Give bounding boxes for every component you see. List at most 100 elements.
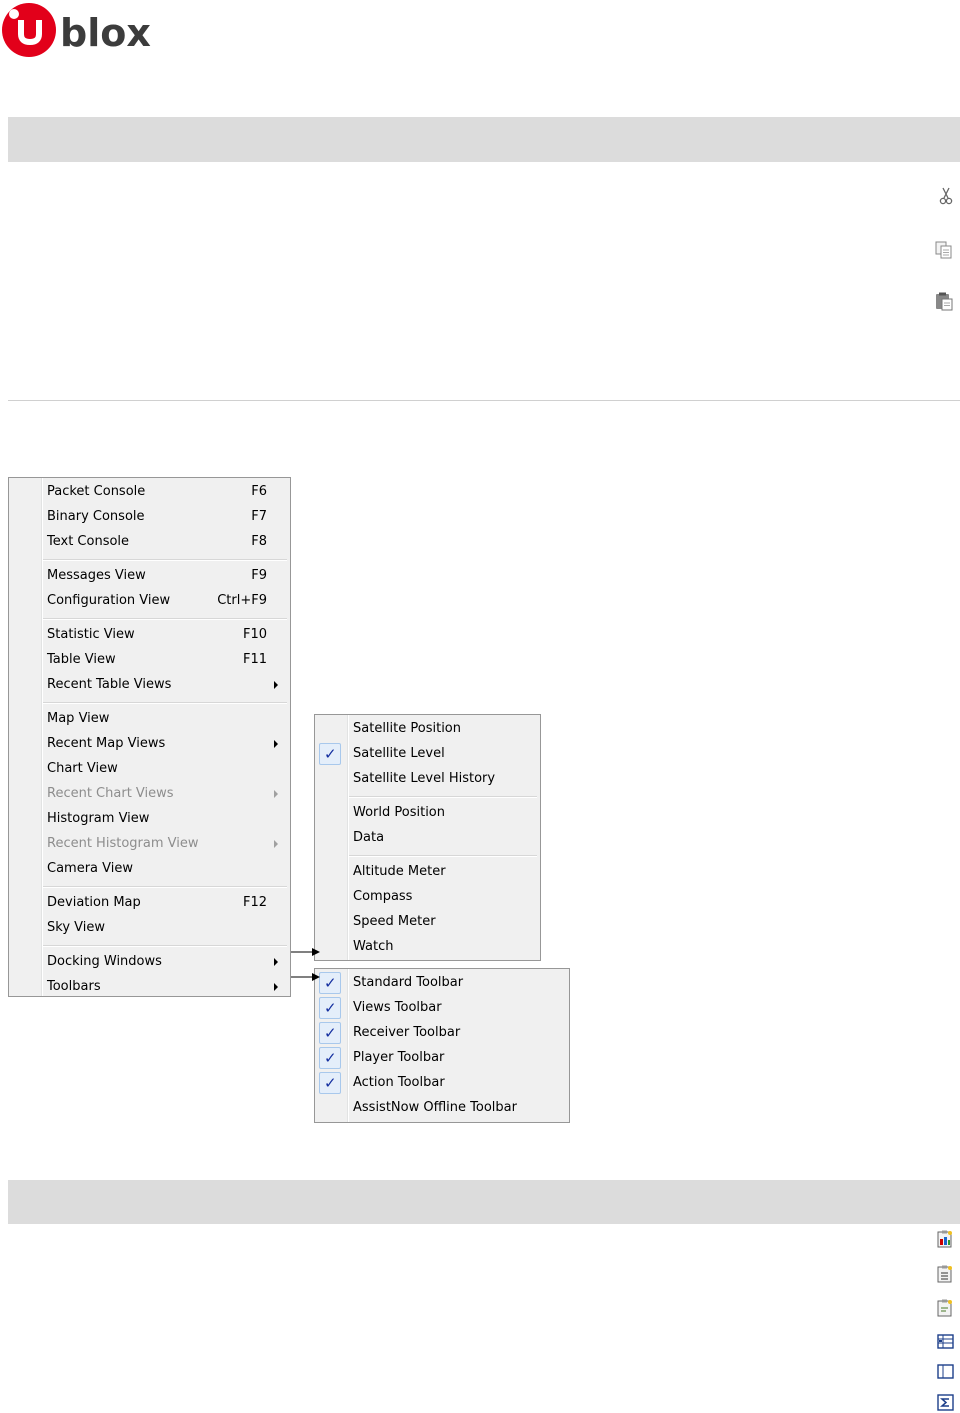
submenu-arrow-icon [274, 958, 278, 966]
checkmark-icon: ✓ [319, 972, 341, 994]
menu-item-shortcut: Ctrl+F9 [217, 593, 267, 608]
menu-item-compass[interactable]: Compass [315, 885, 540, 909]
menu-item-sky-view[interactable]: Sky View [9, 916, 290, 940]
export-config-icon [937, 1265, 952, 1283]
menu-separator [43, 559, 287, 561]
menu-separator [349, 855, 537, 857]
menu-item-label: Watch [353, 939, 394, 954]
menu-item-label: AssistNow Offline Toolbar [353, 1100, 517, 1115]
menu-item-deviation-map[interactable]: Deviation Map F12 [9, 891, 290, 915]
menu-item-label: Table View [47, 652, 116, 667]
menu-item-label: Satellite Level History [353, 771, 496, 786]
menu-item-chart-view[interactable]: Chart View [9, 757, 290, 781]
menu-item-text-console[interactable]: Text Console F8 [9, 530, 290, 554]
checkmark-icon: ✓ [319, 997, 341, 1019]
menu-item-docking-windows[interactable]: Docking Windows [9, 950, 290, 974]
menu-item-statistic-view[interactable]: Statistic View F10 [9, 623, 290, 647]
submenu-arrow-icon [274, 740, 278, 748]
menu-item-label: Altitude Meter [353, 864, 446, 879]
menu-item-label: Camera View [47, 861, 133, 876]
menu-item-label: Statistic View [47, 627, 135, 642]
menu-item-label: Histogram View [47, 811, 150, 826]
menu-item-label: Recent Table Views [47, 677, 172, 692]
menu-item-data[interactable]: Data [315, 826, 540, 850]
menu-item-shortcut: F11 [242, 652, 267, 667]
checkmark-icon: ✓ [319, 1047, 341, 1069]
docking-windows-submenu: Satellite Position ✓ Satellite Level Satell… [314, 714, 541, 961]
menu-item-shortcut: F9 [251, 568, 267, 583]
menu-item-shortcut: F12 [242, 895, 267, 910]
menu-item-recent-chart-views: Recent Chart Views [9, 782, 290, 806]
menu-item-speed-meter[interactable]: Speed Meter [315, 910, 540, 934]
menu-item-label: Recent Chart Views [47, 786, 174, 801]
menu-item-label: Speed Meter [353, 914, 436, 929]
submenu-arrow-icon [274, 790, 278, 798]
menu-item-satellite-position[interactable]: Satellite Position [315, 717, 540, 741]
menu-separator [43, 702, 287, 704]
menu-item-satellite-level-history[interactable]: Satellite Level History [315, 767, 540, 791]
paste-icon [936, 292, 953, 311]
submenu-arrow-icon [274, 840, 278, 848]
section-header-band-2 [8, 1180, 960, 1224]
menu-item-packet-console[interactable]: Packet Console F6 [9, 480, 290, 504]
menu-item-label: Docking Windows [47, 954, 162, 969]
section-header-band [8, 117, 960, 162]
menu-item-toolbars[interactable]: Toolbars [9, 975, 290, 999]
menu-item-label: Configuration View [47, 593, 171, 608]
menu-item-label: Compass [353, 889, 413, 904]
menu-item-label: Chart View [47, 761, 118, 776]
menu-separator [43, 618, 287, 620]
menu-item-world-position[interactable]: World Position [315, 801, 540, 825]
svg-text:blox: blox [60, 11, 151, 55]
menu-item-configuration-view[interactable]: Configuration View Ctrl+F9 [9, 589, 290, 613]
menu-item-label: Action Toolbar [353, 1075, 445, 1090]
menu-item-receiver-toolbar[interactable]: ✓ Receiver Toolbar [315, 1021, 569, 1045]
menu-separator [43, 945, 287, 947]
menu-item-label: Binary Console [47, 509, 145, 524]
menu-item-messages-view[interactable]: Messages View F9 [9, 564, 290, 588]
menu-item-binary-console[interactable]: Binary Console F7 [9, 505, 290, 529]
menu-item-views-toolbar[interactable]: ✓ Views Toolbar [315, 996, 569, 1020]
menu-item-label: Messages View [47, 568, 146, 583]
menu-item-satellite-level[interactable]: ✓ Satellite Level [315, 742, 540, 766]
menu-item-label: Player Toolbar [353, 1050, 445, 1065]
load-config-icon [937, 1230, 952, 1248]
menu-item-label: Text Console [47, 534, 130, 549]
menu-separator [43, 886, 287, 888]
menu-item-camera-view[interactable]: Camera View [9, 857, 290, 881]
menu-item-table-view[interactable]: Table View F11 [9, 648, 290, 672]
menu-item-label: Satellite Level [353, 746, 445, 761]
ublox-logo: blox [2, 3, 151, 57]
menu-item-recent-histogram-view: Recent Histogram View [9, 832, 290, 856]
menu-item-label: Data [353, 830, 385, 845]
menu-item-altitude-meter[interactable]: Altitude Meter [315, 860, 540, 884]
menu-item-label: Deviation Map [47, 895, 141, 910]
menu-item-shortcut: F8 [251, 534, 267, 549]
menu-item-label: Views Toolbar [353, 1000, 442, 1015]
menu-item-action-toolbar[interactable]: ✓ Action Toolbar [315, 1071, 569, 1095]
menu-item-label: Packet Console [47, 484, 146, 499]
submenu-arrow-icon [274, 681, 278, 689]
menu-item-label: Map View [47, 711, 110, 726]
menu-item-label: Recent Map Views [47, 736, 166, 751]
menu-item-player-toolbar[interactable]: ✓ Player Toolbar [315, 1046, 569, 1070]
menu-item-watch[interactable]: Watch [315, 935, 540, 959]
menu-item-assistnow-offline-toolbar[interactable]: AssistNow Offline Toolbar [315, 1096, 569, 1120]
menu-item-label: Recent Histogram View [47, 836, 199, 851]
copy-icon [935, 241, 952, 259]
menu-item-label: Standard Toolbar [353, 975, 464, 990]
menu-item-recent-map-views[interactable]: Recent Map Views [9, 732, 290, 756]
checkmark-icon: ✓ [319, 1072, 341, 1094]
checkmark-icon: ✓ [319, 743, 341, 765]
menu-item-shortcut: F6 [251, 484, 267, 499]
submenu-arrow-icon [274, 983, 278, 991]
menu-item-map-view[interactable]: Map View [9, 707, 290, 731]
menu-item-histogram-view[interactable]: Histogram View [9, 807, 290, 831]
divider [8, 400, 960, 401]
menu-item-label: Sky View [47, 920, 105, 935]
checkmark-icon: ✓ [319, 1022, 341, 1044]
edit-config-icon [937, 1299, 952, 1317]
menu-item-standard-toolbar[interactable]: ✓ Standard Toolbar [315, 971, 569, 995]
menu-item-recent-table-views[interactable]: Recent Table Views [9, 673, 290, 697]
view-menu: Packet Console F6 Binary Console F7 Text Con… [8, 477, 291, 997]
